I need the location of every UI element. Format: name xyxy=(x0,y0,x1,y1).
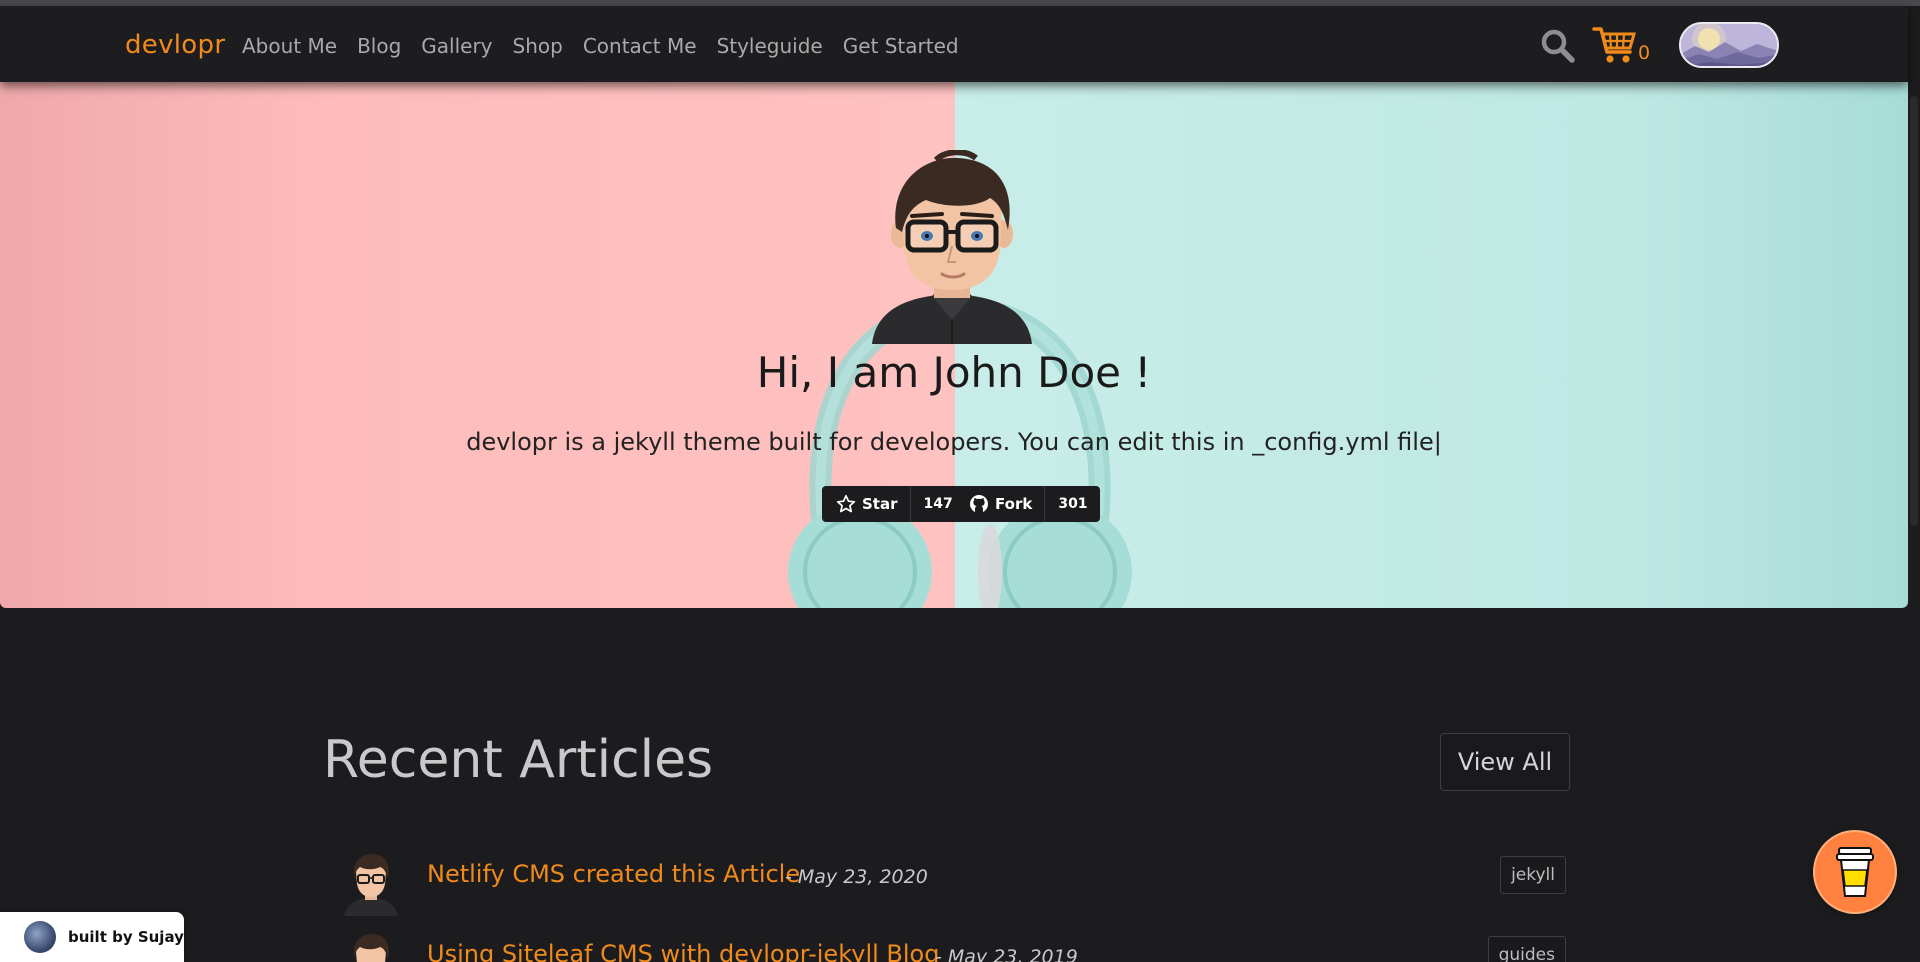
recent-articles-title: Recent Articles xyxy=(323,730,714,790)
article-date: - May 23, 2020 xyxy=(785,866,928,888)
nav-link-shop[interactable]: Shop xyxy=(513,34,563,58)
nav-link-about-me[interactable]: About Me xyxy=(242,34,337,58)
buy-me-a-coffee-button[interactable] xyxy=(1815,832,1895,912)
search-icon[interactable] xyxy=(1540,28,1576,64)
nav-link-contact-me[interactable]: Contact Me xyxy=(583,34,697,58)
navbar: devlopr About Me Blog Gallery Shop Conta… xyxy=(0,6,1908,82)
hero-banner: Hi, I am John Doe ! devlopr is a jekyll … xyxy=(0,82,1908,608)
github-fork-button[interactable]: Fork xyxy=(955,486,1046,522)
article-title-link[interactable]: Using Siteleaf CMS with devlopr-jekyll B… xyxy=(427,940,939,962)
view-all-button[interactable]: View All xyxy=(1440,733,1570,791)
article-thumbnail xyxy=(340,850,402,916)
hero-subtitle: devlopr is a jekyll theme built for deve… xyxy=(0,428,1908,456)
nav-links: About Me Blog Gallery Shop Contact Me St… xyxy=(242,34,979,58)
avatar xyxy=(866,149,1038,344)
nav-link-get-started[interactable]: Get Started xyxy=(843,34,959,58)
github-fork-count[interactable]: 301 xyxy=(1045,486,1099,522)
github-star-widget[interactable]: Star 147 xyxy=(822,486,965,522)
shopping-cart-icon[interactable] xyxy=(1592,24,1642,66)
article-date: - May 23, 2019 xyxy=(935,946,1078,962)
typing-caret: | xyxy=(1433,428,1442,456)
article-tag[interactable]: jekyll xyxy=(1500,856,1566,894)
article-tag[interactable]: guides xyxy=(1487,936,1566,962)
github-icon xyxy=(970,495,988,514)
scrollbar[interactable] xyxy=(1908,6,1920,962)
day-night-toggle-icon[interactable] xyxy=(1679,22,1779,68)
scrollbar-thumb[interactable] xyxy=(1910,96,1918,526)
star-icon xyxy=(836,494,856,513)
list-item: Netlify CMS created this Article - May 2… xyxy=(340,850,1572,922)
brand-logo-link[interactable]: devlopr xyxy=(125,30,225,60)
list-item: Using Siteleaf CMS with devlopr-jekyll B… xyxy=(340,930,1572,962)
github-fork-label: Fork xyxy=(995,495,1033,513)
article-title-link[interactable]: Netlify CMS created this Article xyxy=(427,860,800,888)
article-thumbnail xyxy=(340,930,402,962)
nav-link-styleguide[interactable]: Styleguide xyxy=(717,34,823,58)
nav-link-gallery[interactable]: Gallery xyxy=(421,34,492,58)
built-by-label: built by Sujay xyxy=(68,928,184,946)
built-by-badge[interactable]: built by Sujay xyxy=(0,912,184,962)
github-star-button[interactable]: Star xyxy=(822,486,911,522)
author-avatar xyxy=(24,921,56,953)
github-fork-widget[interactable]: Fork 301 xyxy=(955,486,1100,522)
cart-count: 0 xyxy=(1638,42,1651,64)
hero-title: Hi, I am John Doe ! xyxy=(756,348,1152,397)
coffee-cup-icon xyxy=(1836,847,1874,897)
github-star-label: Star xyxy=(862,495,898,513)
hero-subtitle-text: devlopr is a jekyll theme built for deve… xyxy=(466,428,1434,456)
nav-link-blog[interactable]: Blog xyxy=(357,34,401,58)
